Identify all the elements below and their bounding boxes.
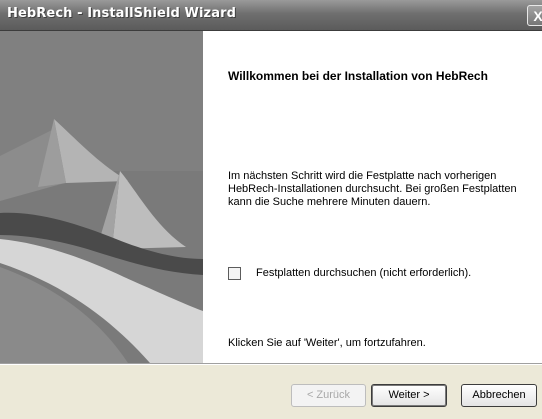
next-button[interactable]: Weiter > [371,384,447,407]
close-icon[interactable]: X [527,5,542,26]
back-button[interactable]: < Zurück [291,384,366,407]
installshield-sail-graphic [0,31,203,363]
search-drives-label[interactable]: Festplatten durchsuchen (nicht erforderl… [256,267,471,280]
search-drives-checkbox[interactable] [228,267,241,280]
title-bar[interactable]: HebRech - InstallShield Wizard X [0,0,542,31]
continue-instruction: Klicken Sie auf 'Weiter', um fortzufahre… [228,337,426,349]
welcome-heading: Willkommen bei der Installation von HebR… [228,69,488,83]
window-title: HebRech - InstallShield Wizard [7,6,236,21]
installer-window: HebRech - InstallShield Wizard X Willkom… [0,0,542,419]
content-panel: Willkommen bei der Installation von HebR… [203,31,542,363]
separator [0,363,542,365]
description-text: Im nächsten Schritt wird die Festplatte … [228,170,517,208]
banner-graphic [0,31,203,363]
cancel-button[interactable]: Abbrechen [461,384,537,407]
